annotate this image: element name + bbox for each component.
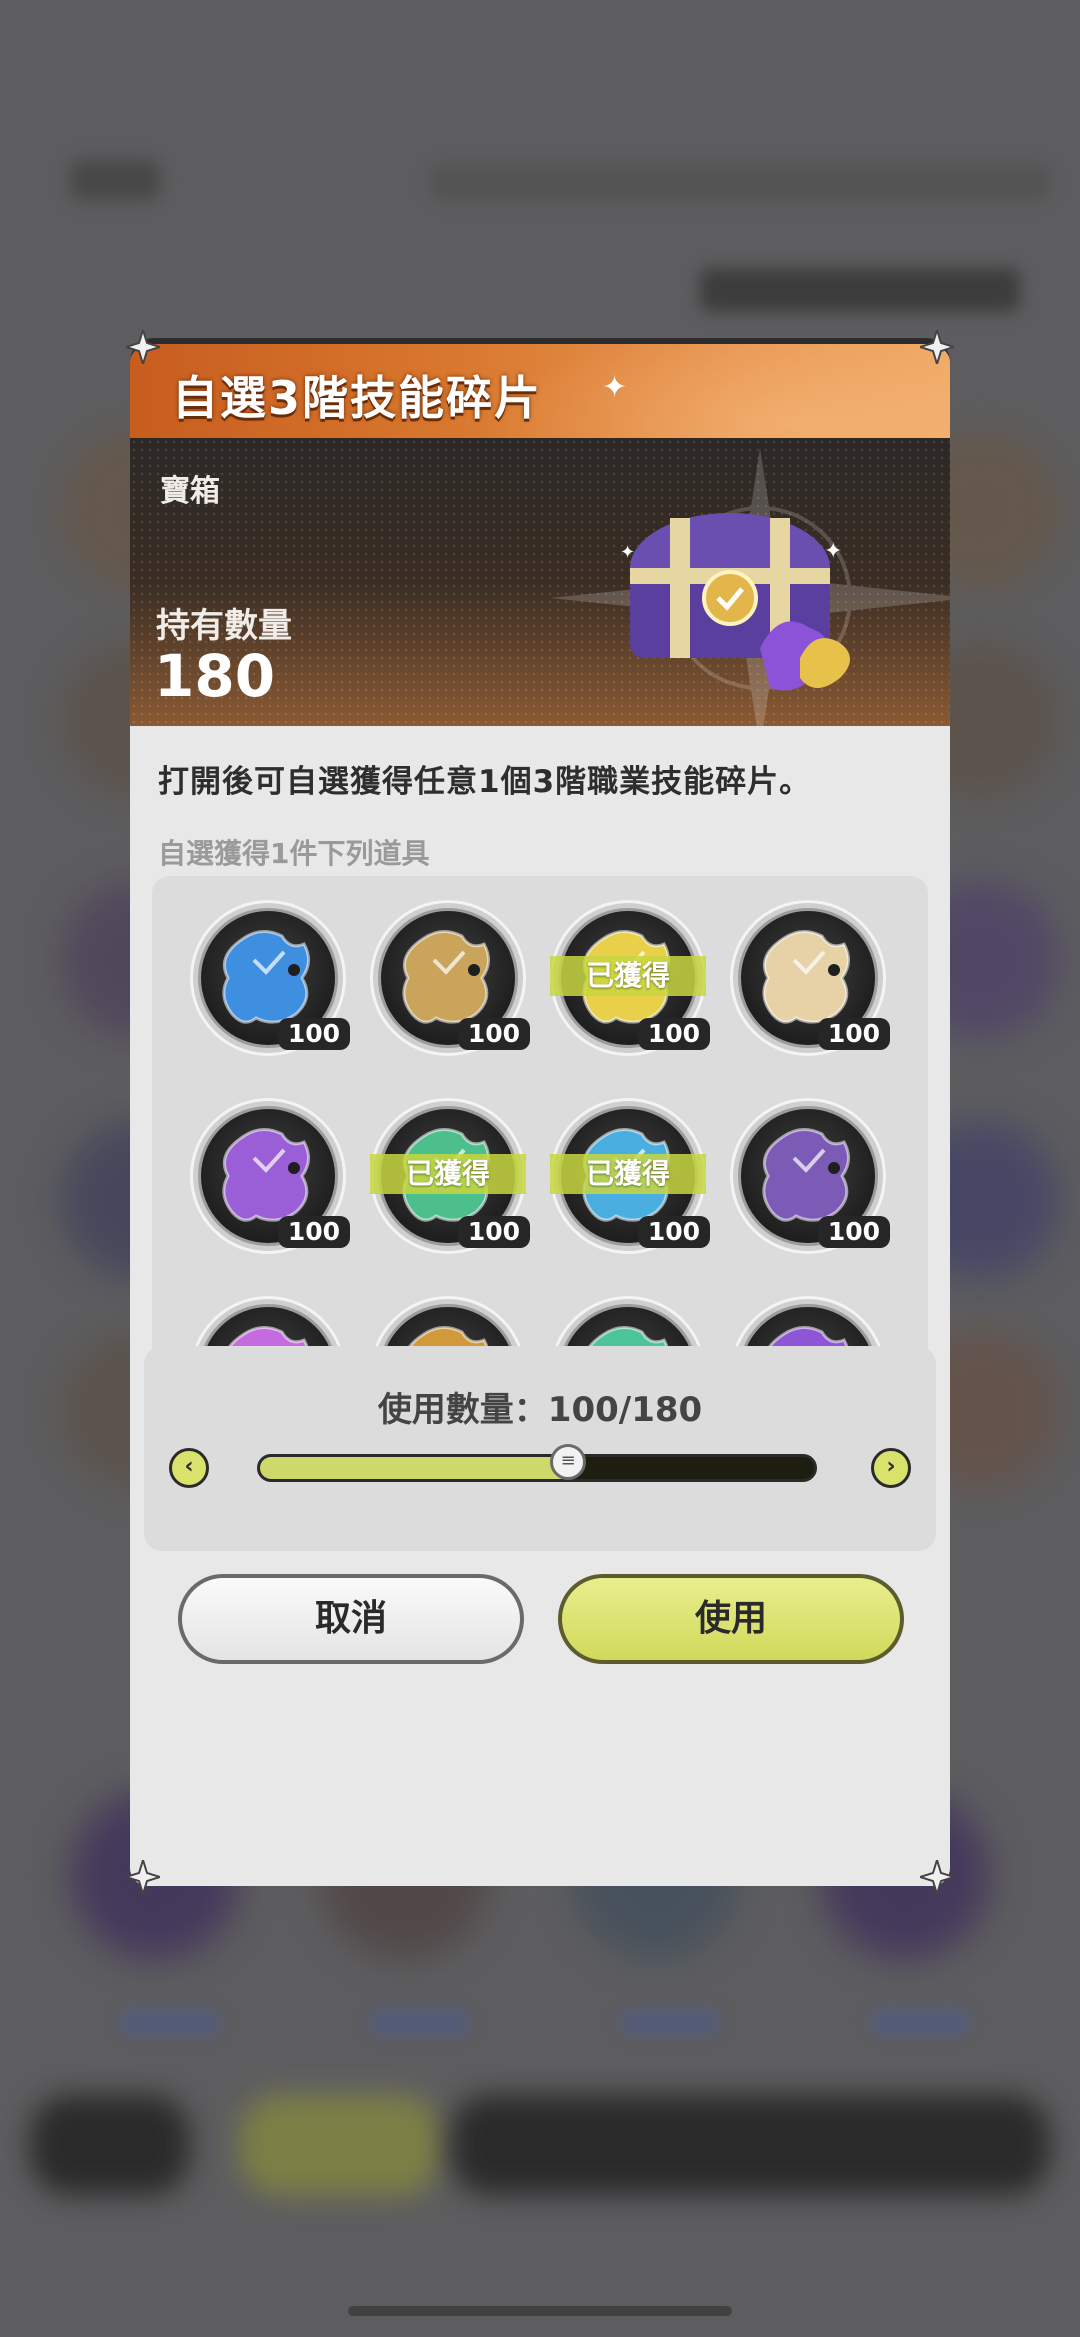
owned-quantity-label: 持有數量	[156, 606, 292, 646]
use-button[interactable]: 使用	[558, 1574, 904, 1664]
svg-text:✦: ✦	[824, 539, 842, 564]
reward-item[interactable]: 100	[370, 900, 530, 1056]
item-count: 100	[817, 1018, 890, 1050]
reward-item[interactable]: 100 已獲得	[550, 1098, 710, 1254]
owned-quantity-value: 180	[154, 642, 276, 710]
corner-ornament-icon	[920, 1860, 954, 1894]
corner-ornament-icon	[126, 1860, 160, 1894]
corner-ornament-icon	[126, 330, 160, 364]
reward-item[interactable]: 100	[730, 900, 890, 1056]
gold-star-fragment-icon	[402, 930, 490, 1024]
item-count: 100	[637, 1216, 710, 1248]
reward-item[interactable]: 100 已獲得	[370, 1098, 530, 1254]
sparkle-icon: ✦	[602, 370, 628, 405]
cream-fragment-icon	[762, 930, 850, 1024]
item-count: 100	[277, 1018, 350, 1050]
quantity-slider[interactable]	[257, 1454, 817, 1482]
use-quantity-panel: 使用數量：100/180 ‹ ≡ ›	[144, 1346, 936, 1551]
dialog-body: 打開後可自選獲得任意1個3階職業技能碎片。 自選獲得1件下列道具 100 100 1…	[130, 726, 950, 1886]
item-category: 寶箱	[160, 474, 220, 509]
item-count: 100	[457, 1216, 530, 1248]
home-indicator[interactable]	[348, 2306, 732, 2316]
blue-fragment-icon	[222, 930, 310, 1024]
owned-badge: 已獲得	[550, 1154, 706, 1194]
svg-text:✦: ✦	[620, 542, 635, 563]
item-count: 100	[637, 1018, 710, 1050]
use-quantity-label: 使用數量：100/180	[377, 1390, 703, 1430]
item-count: 100	[817, 1216, 890, 1248]
reward-item[interactable]: 100	[190, 1098, 350, 1254]
owned-badge: 已獲得	[550, 956, 706, 996]
slider-handle[interactable]: ≡	[550, 1444, 587, 1480]
purple-fragment-icon	[222, 1128, 310, 1222]
item-count: 100	[277, 1216, 350, 1248]
corner-ornament-icon	[920, 330, 954, 364]
dialog-header: 自選3階技能碎片 ✦	[130, 338, 950, 438]
reward-item[interactable]: 100	[190, 900, 350, 1056]
reward-item[interactable]: 100 已獲得	[550, 900, 710, 1056]
increase-arrow-button[interactable]: ›	[871, 1448, 911, 1488]
owned-badge: 已獲得	[370, 1154, 526, 1194]
treasure-chest-icon: ✦ ✦	[620, 513, 850, 691]
item-count: 100	[457, 1018, 530, 1050]
cancel-button[interactable]: 取消	[178, 1574, 524, 1664]
select-fragment-dialog: 自選3階技能碎片 ✦ 寶箱 持有數量 180 ✦ ✦ 打開後可自選獲得任意1個3…	[126, 330, 954, 1894]
item-description: 打開後可自選獲得任意1個3階職業技能碎片。	[158, 764, 812, 800]
item-info-banner: 寶箱 持有數量 180 ✦ ✦	[130, 438, 950, 726]
selection-subheading: 自選獲得1件下列道具	[158, 837, 430, 870]
slider-fill	[260, 1457, 568, 1479]
reward-item[interactable]: 100	[730, 1098, 890, 1254]
violet-rune-fragment-icon	[762, 1128, 850, 1222]
decrease-arrow-button[interactable]: ‹	[169, 1448, 209, 1488]
dialog-title: 自選3階技能碎片	[172, 371, 543, 425]
